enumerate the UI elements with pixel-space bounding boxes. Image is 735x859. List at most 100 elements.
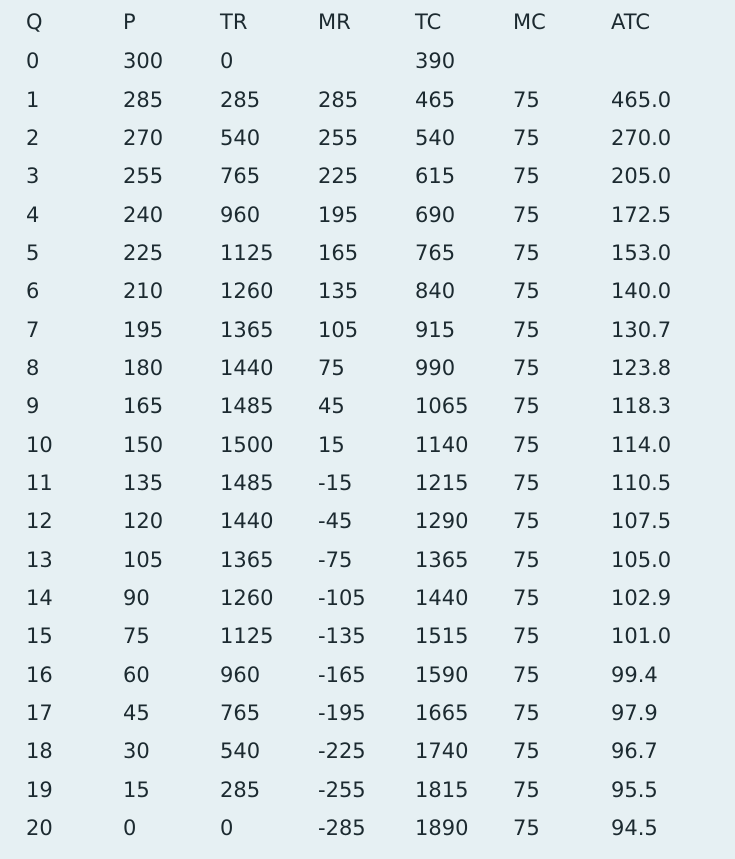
table-cell-tc: 915 <box>415 317 456 342</box>
column-header-q: Q <box>26 10 43 34</box>
table-row: 14 90 1260 -105 1440 75 102.9 <box>0 579 735 617</box>
table-cell-mc: 75 <box>513 470 540 495</box>
table-cell-mr: 15 <box>318 432 345 457</box>
table-cell-p: 30 <box>123 739 150 764</box>
table-cell-p: 240 <box>123 202 164 227</box>
table-cell-q: 20 <box>26 816 53 841</box>
table-cell-p: 225 <box>123 240 164 265</box>
column-header-atc: ATC <box>611 10 650 34</box>
table-cell-tr: 0 <box>220 816 234 841</box>
table-cell-mr <box>292 42 389 80</box>
table-cell-q: 6 <box>26 279 40 304</box>
table-cell-mc: 75 <box>513 164 540 189</box>
table-cell-p: 60 <box>123 662 150 687</box>
table-cell-tc: 390 <box>415 49 456 74</box>
table-cell-tr: 960 <box>220 662 261 687</box>
table-header: Q P TR MR TC MC ATC <box>0 2 735 42</box>
table-cell-mc: 75 <box>513 739 540 764</box>
table-cell-p: 105 <box>123 547 164 572</box>
table-cell-tc: 1215 <box>415 470 469 495</box>
table-cell-atc <box>585 42 735 80</box>
table-body: 0 300 0 390 1 285 285 285 465 75 465.0 2 270 540 255 54… <box>0 42 735 847</box>
table-cell-atc: 101.0 <box>611 624 672 649</box>
table-cell-mc: 75 <box>513 87 540 112</box>
table-cell-tr: 540 <box>220 739 261 764</box>
table-cell-p: 180 <box>123 355 164 380</box>
table-cell-mr: -225 <box>318 739 366 764</box>
table-cell-q: 2 <box>26 125 40 150</box>
table-cell-tc: 840 <box>415 279 456 304</box>
table-row: 0 300 0 390 <box>0 42 735 80</box>
table-cell-tc: 1440 <box>415 585 469 610</box>
table-cell-q: 11 <box>26 470 53 495</box>
table-cell-atc: 172.5 <box>611 202 672 227</box>
table-cell-mr: 165 <box>318 240 359 265</box>
table-cell-q: 15 <box>26 624 53 649</box>
table-cell-tc: 1140 <box>415 432 469 457</box>
table-cell-p: 210 <box>123 279 164 304</box>
table-cell-mc <box>487 42 585 80</box>
table-cell-tr: 1260 <box>220 585 274 610</box>
table-cell-atc: 205.0 <box>611 164 672 189</box>
table-row: 18 30 540 -225 1740 75 96.7 <box>0 732 735 770</box>
table-cell-p: 150 <box>123 432 164 457</box>
table-cell-tc: 990 <box>415 355 456 380</box>
table-row: 15 75 1125 -135 1515 75 101.0 <box>0 617 735 655</box>
table-cell-tr: 1125 <box>220 624 274 649</box>
table-cell-mc: 75 <box>513 355 540 380</box>
table-cell-tr: 1440 <box>220 355 274 380</box>
table-cell-mc: 75 <box>513 125 540 150</box>
table-cell-atc: 270.0 <box>611 125 672 150</box>
table-cell-atc: 130.7 <box>611 317 672 342</box>
table-cell-atc: 105.0 <box>611 547 672 572</box>
table-row: 12 120 1440 -45 1290 75 107.5 <box>0 502 735 540</box>
table-cell-atc: 110.5 <box>611 470 672 495</box>
table-cell-tc: 540 <box>415 125 456 150</box>
table-cell-tr: 1365 <box>220 317 274 342</box>
column-header-mr: MR <box>318 10 351 34</box>
table-row: 19 15 285 -255 1815 75 95.5 <box>0 771 735 809</box>
table-cell-tr: 1365 <box>220 547 274 572</box>
table-cell-mc: 75 <box>513 547 540 572</box>
table-cell-mc: 75 <box>513 240 540 265</box>
table-cell-atc: 140.0 <box>611 279 672 304</box>
table-cell-q: 1 <box>26 87 40 112</box>
table-cell-p: 120 <box>123 509 164 534</box>
table-cell-mc: 75 <box>513 585 540 610</box>
table-cell-mc: 75 <box>513 317 540 342</box>
table-cell-p: 270 <box>123 125 164 150</box>
table-row: 20 0 0 -285 1890 75 94.5 <box>0 809 735 847</box>
table-cell-atc: 114.0 <box>611 432 672 457</box>
table-cell-tr: 1260 <box>220 279 274 304</box>
cost-revenue-table: Q P TR MR TC MC ATC 0 300 0 390 1 285 285 285 465 75 465… <box>0 2 735 847</box>
table-cell-mr: -45 <box>318 509 353 534</box>
table-cell-mr: 225 <box>318 164 359 189</box>
table-cell-tr: 960 <box>220 202 261 227</box>
table-cell-tr: 0 <box>220 49 234 74</box>
table-cell-atc: 465.0 <box>611 87 672 112</box>
table-cell-tr: 540 <box>220 125 261 150</box>
table-cell-mr: 45 <box>318 394 345 419</box>
table-cell-tc: 1290 <box>415 509 469 534</box>
table-cell-tc: 1515 <box>415 624 469 649</box>
table-row: 4 240 960 195 690 75 172.5 <box>0 195 735 233</box>
table-cell-atc: 99.4 <box>611 662 658 687</box>
table-row: 9 165 1485 45 1065 75 118.3 <box>0 387 735 425</box>
table-cell-tr: 1485 <box>220 470 274 495</box>
table-row: 8 180 1440 75 990 75 123.8 <box>0 349 735 387</box>
table-cell-q: 16 <box>26 662 53 687</box>
table-cell-mr: -105 <box>318 585 366 610</box>
table-cell-tc: 1890 <box>415 816 469 841</box>
table-cell-p: 90 <box>123 585 150 610</box>
table-cell-mc: 75 <box>513 777 540 802</box>
table-cell-q: 5 <box>26 240 40 265</box>
table-cell-q: 9 <box>26 394 40 419</box>
table-cell-mr: 135 <box>318 279 359 304</box>
table-cell-p: 75 <box>123 624 150 649</box>
table-cell-mc: 75 <box>513 509 540 534</box>
table-cell-mr: 255 <box>318 125 359 150</box>
column-header-p: P <box>123 10 136 34</box>
table-row: 16 60 960 -165 1590 75 99.4 <box>0 656 735 694</box>
cost-revenue-table-container: Q P TR MR TC MC ATC 0 300 0 390 1 285 285 285 465 75 465… <box>0 2 735 847</box>
table-cell-p: 135 <box>123 470 164 495</box>
